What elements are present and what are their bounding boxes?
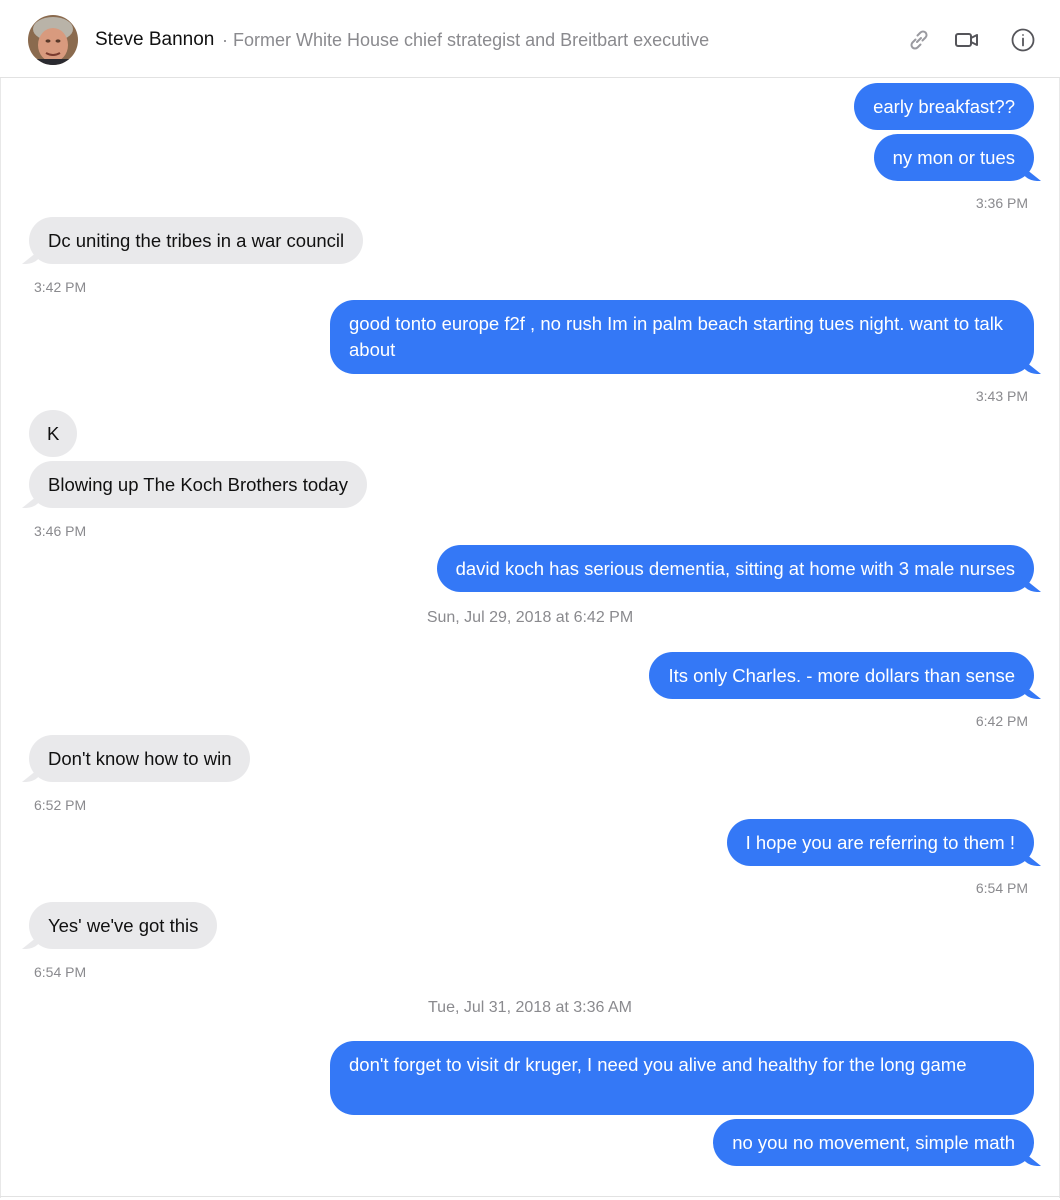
message-bubble-incoming[interactable]: Dc uniting the tribes in a war council — [29, 217, 364, 264]
contact-description: · Former White House chief strategist an… — [222, 30, 710, 50]
message-timestamp: 3:36 PM — [975, 195, 1028, 211]
divider — [0, 1196, 1060, 1197]
message-timestamp: 6:54 PM — [975, 880, 1028, 896]
avatar[interactable] — [28, 15, 78, 65]
message-bubble-incoming[interactable]: Don't know how to win — [29, 735, 251, 782]
message-timestamp: 6:52 PM — [34, 797, 87, 813]
message-bubble-outgoing[interactable]: don't forget to visit dr kruger, I need … — [330, 1041, 1034, 1115]
message-timestamp: 3:43 PM — [975, 388, 1028, 404]
message-bubble-incoming[interactable]: K — [29, 410, 78, 457]
message-bubble-incoming[interactable]: Yes' we've got this — [29, 902, 218, 949]
message-bubble-outgoing[interactable]: early breakfast?? — [854, 83, 1034, 130]
info-icon[interactable] — [1010, 27, 1036, 53]
day-separator: Sun, Jul 29, 2018 at 6:42 PM — [426, 609, 634, 626]
message-timestamp: 6:42 PM — [975, 713, 1028, 729]
message-bubble-outgoing[interactable]: good tonto europe f2f , no rush Im in pa… — [330, 300, 1034, 374]
conversation-header: Steve Bannon · Former White House chief … — [0, 0, 1060, 78]
message-bubble-outgoing[interactable]: david koch has serious dementia, sitting… — [436, 545, 1034, 592]
message-bubble-outgoing[interactable]: Its only Charles. - more dollars than se… — [649, 652, 1034, 699]
video-camera-icon[interactable] — [954, 27, 980, 53]
message-timestamp: 6:54 PM — [34, 964, 87, 980]
message-bubble-outgoing[interactable]: I hope you are referring to them ! — [726, 819, 1034, 866]
day-separator: Tue, Jul 31, 2018 at 3:36 AM — [428, 999, 632, 1016]
contact-name[interactable]: Steve Bannon — [95, 29, 214, 51]
message-bubble-outgoing[interactable]: ny mon or tues — [873, 134, 1034, 181]
message-timestamp: 3:46 PM — [34, 523, 87, 539]
message-bubble-incoming[interactable]: Blowing up The Koch Brothers today — [29, 461, 367, 508]
message-timestamp: 3:42 PM — [34, 279, 87, 295]
link-icon[interactable] — [906, 27, 932, 53]
message-bubble-outgoing[interactable]: no you no movement, simple math — [713, 1119, 1034, 1166]
